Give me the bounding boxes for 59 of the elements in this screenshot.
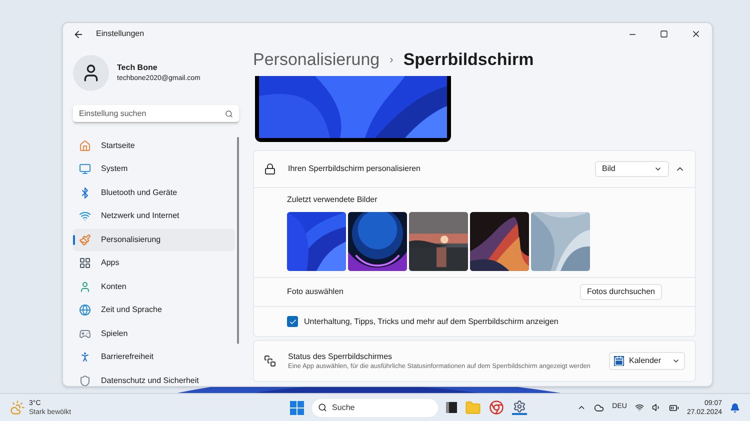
sidebar-item[interactable]: Personalisierung: [73, 229, 235, 250]
task-view-icon[interactable]: [446, 402, 458, 413]
sidebar-item[interactable]: Barrierefreiheit: [73, 346, 235, 368]
account-name: Tech Bone: [117, 62, 158, 74]
sidebar-item[interactable]: Startseite: [73, 135, 235, 156]
page-title: Sperrbildschirm: [403, 49, 534, 72]
checkbox-label: Unterhaltung, Tipps, Tricks und mehr auf dem Sperrbildschirm anzeigen: [304, 316, 558, 328]
sidebar-item[interactable]: Datenschutz und Sicherheit: [73, 370, 235, 386]
maximize-icon[interactable]: [660, 30, 668, 38]
tray-chevron-icon[interactable]: [577, 403, 586, 412]
sidebar-item[interactable]: Bluetooth und Geräte: [73, 182, 235, 204]
battery-icon[interactable]: [668, 402, 679, 412]
status-icon: [264, 355, 276, 367]
brush-icon: [79, 234, 91, 246]
lock-screen-icon: [264, 163, 276, 175]
close-icon[interactable]: [691, 29, 701, 39]
browse-button[interactable]: Fotos durchsuchen: [580, 284, 662, 300]
breadcrumb-link[interactable]: Personalisierung: [253, 47, 380, 73]
home-icon: [79, 140, 91, 152]
shield-icon: [79, 374, 91, 386]
bell-icon[interactable]: [730, 402, 740, 412]
accessibility-icon: [79, 351, 91, 364]
cloud-icon[interactable]: [594, 402, 604, 412]
calendar-icon: [614, 356, 624, 366]
taskbar-search[interactable]: Suche: [312, 398, 438, 416]
caret-icon: [654, 165, 662, 173]
setting-label: Status des Sperrbildschirmes: [288, 351, 394, 363]
setting-label: Foto auswählen: [287, 286, 344, 298]
back-icon[interactable]: [73, 28, 84, 40]
search-field[interactable]: Einstellung suchen: [73, 105, 239, 123]
breadcrumb-separator: ›: [390, 52, 394, 68]
app-dropdown[interactable]: Kalender: [609, 352, 685, 370]
check-icon: [288, 318, 296, 326]
section-label: Zuletzt verwendete Bilder: [287, 194, 378, 206]
speaker-icon[interactable]: [652, 403, 661, 412]
avatar: [73, 55, 109, 91]
user-icon: [79, 280, 91, 293]
sidebar-item[interactable]: Konten: [73, 276, 235, 298]
checkbox[interactable]: [287, 316, 298, 327]
sidebar-item[interactable]: System: [73, 158, 235, 180]
browser-icon[interactable]: [489, 400, 504, 415]
sidebar-item[interactable]: Apps: [73, 252, 235, 274]
sidebar-item[interactable]: Spielen: [73, 323, 235, 344]
search-icon: [225, 110, 233, 118]
apps-icon: [79, 257, 91, 270]
image-dropdown[interactable]: Bild: [595, 161, 669, 177]
gamepad-icon: [79, 328, 91, 340]
start-icon[interactable]: [290, 400, 304, 414]
sidebar-item[interactable]: Zeit und Sprache: [73, 300, 235, 321]
window-title: Einstellungen: [96, 28, 144, 40]
wifi-icon[interactable]: [634, 403, 644, 412]
search-icon: [318, 403, 328, 412]
monitor-icon: [79, 163, 91, 176]
caret-icon: [672, 357, 680, 365]
globe-icon: [79, 304, 91, 316]
settings-icon[interactable]: [512, 400, 528, 415]
setting-label: Ihren Sperrbildschirm personalisieren: [288, 163, 421, 175]
bluetooth-icon: [79, 186, 91, 199]
sidebar-item[interactable]: Netzwerk und Internet: [73, 206, 235, 227]
